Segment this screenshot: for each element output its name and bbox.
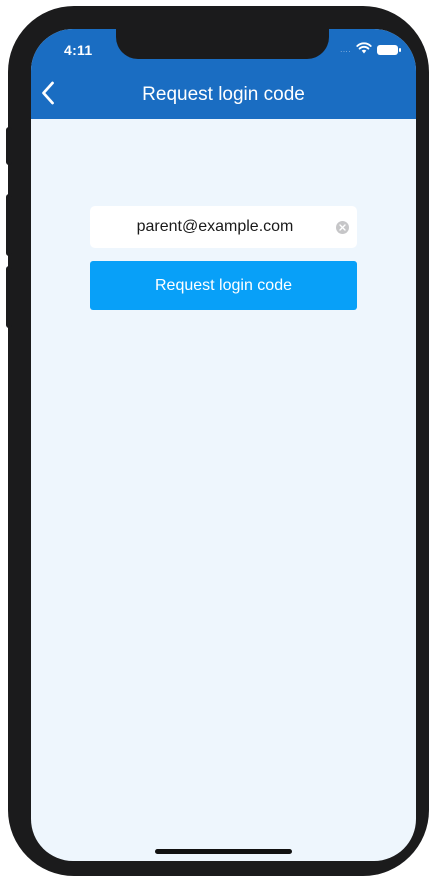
phone-screen: 4:11 .... Request login code parent@exam… bbox=[31, 29, 416, 861]
request-login-code-button[interactable]: Request login code bbox=[90, 261, 357, 310]
wifi-icon bbox=[356, 41, 372, 59]
side-button-volume-up bbox=[6, 194, 12, 256]
email-input[interactable] bbox=[100, 206, 330, 248]
device-notch bbox=[116, 29, 329, 59]
status-time: 4:11 bbox=[64, 42, 93, 58]
status-icons: .... bbox=[340, 41, 401, 59]
side-button-mute bbox=[6, 127, 12, 165]
signal-dots: .... bbox=[340, 45, 351, 54]
battery-icon bbox=[377, 45, 401, 55]
email-field bbox=[90, 206, 357, 248]
home-indicator[interactable] bbox=[155, 849, 292, 854]
side-button-volume-down bbox=[6, 266, 12, 328]
page-title: Request login code bbox=[142, 84, 305, 105]
clear-circle-icon[interactable] bbox=[336, 221, 349, 234]
